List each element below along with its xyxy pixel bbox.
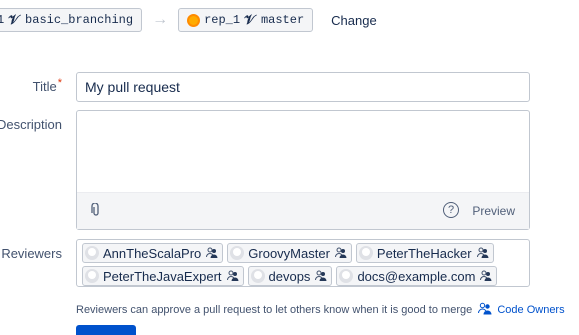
title-value: My pull request <box>85 79 180 95</box>
code-owner-icon <box>334 247 347 259</box>
reviewer-chip[interactable]: GroovyMaster <box>227 243 352 263</box>
required-marker: * <box>57 77 62 89</box>
avatar <box>85 246 99 260</box>
avatar <box>358 246 373 260</box>
hint-text: Reviewers can approve a pull request to … <box>76 304 473 316</box>
reviewer-chip[interactable]: PeterTheHacker <box>355 243 494 263</box>
code-owner-icon <box>315 270 327 282</box>
avatar <box>250 269 265 283</box>
target-branch-name: master <box>260 13 305 27</box>
code-owner-icon <box>478 302 492 318</box>
repo-icon <box>187 13 201 27</box>
code-owner-icon <box>206 247 218 259</box>
source-repo-fragment: 1 <box>0 13 5 27</box>
target-branch-selector[interactable]: rep_1 𝒱 master <box>178 8 314 32</box>
source-branch-name: basic_branching <box>25 13 134 27</box>
reviewer-chip[interactable]: docs@example.com <box>336 266 498 286</box>
help-icon[interactable]: ? <box>443 202 459 218</box>
change-link[interactable]: Change <box>331 13 377 28</box>
title-label: Title* <box>32 77 62 94</box>
reviewer-name: PeterTheJavaExpert <box>103 268 222 284</box>
avatar <box>339 269 354 283</box>
arrow-right-icon: → <box>152 11 169 28</box>
reviewer-chip[interactable]: AnnTheScalaPro <box>82 243 224 263</box>
reviewer-name: docs@example.com <box>357 268 476 284</box>
branch-icon: 𝒱 <box>8 12 20 28</box>
avatar <box>85 269 99 283</box>
target-repo-name: rep_1 <box>204 13 241 27</box>
avatar <box>230 246 245 260</box>
code-owners-link[interactable]: Code Owners <box>497 304 564 316</box>
code-owner-icon <box>226 270 239 282</box>
description-label: Description <box>0 117 62 132</box>
description-toolbar: ? Preview <box>77 192 529 229</box>
description-text[interactable] <box>77 111 529 193</box>
reviewer-name: AnnTheScalaPro <box>103 245 202 261</box>
reviewer-name: GroovyMaster <box>248 245 330 261</box>
reviewer-name: devops <box>268 268 311 284</box>
paperclip-icon[interactable] <box>91 202 101 220</box>
reviewer-name: PeterTheHacker <box>376 245 472 261</box>
code-owner-icon <box>480 270 492 282</box>
title-input[interactable]: My pull request <box>76 72 530 102</box>
title-label-text: Title <box>32 79 57 94</box>
description-editor[interactable]: ? Preview <box>76 110 530 230</box>
preview-button[interactable]: Preview <box>472 204 515 218</box>
reviewers-hint: Reviewers can approve a pull request to … <box>76 302 565 318</box>
branch-selector: 1 𝒱 basic_branching → rep_1 𝒱 master Cha… <box>0 8 377 32</box>
branch-icon: 𝒱 <box>244 12 255 28</box>
code-owner-icon <box>476 247 489 259</box>
create-button[interactable] <box>76 325 136 335</box>
source-branch-selector[interactable]: 1 𝒱 basic_branching <box>0 8 143 32</box>
reviewer-chip[interactable]: PeterTheJavaExpert <box>82 266 244 286</box>
reviewer-chip[interactable]: devops <box>247 266 333 286</box>
reviewers-label: Reviewers <box>1 246 62 261</box>
reviewers-input[interactable]: AnnTheScalaPro GroovyMaster PeterTheHack… <box>76 239 530 287</box>
